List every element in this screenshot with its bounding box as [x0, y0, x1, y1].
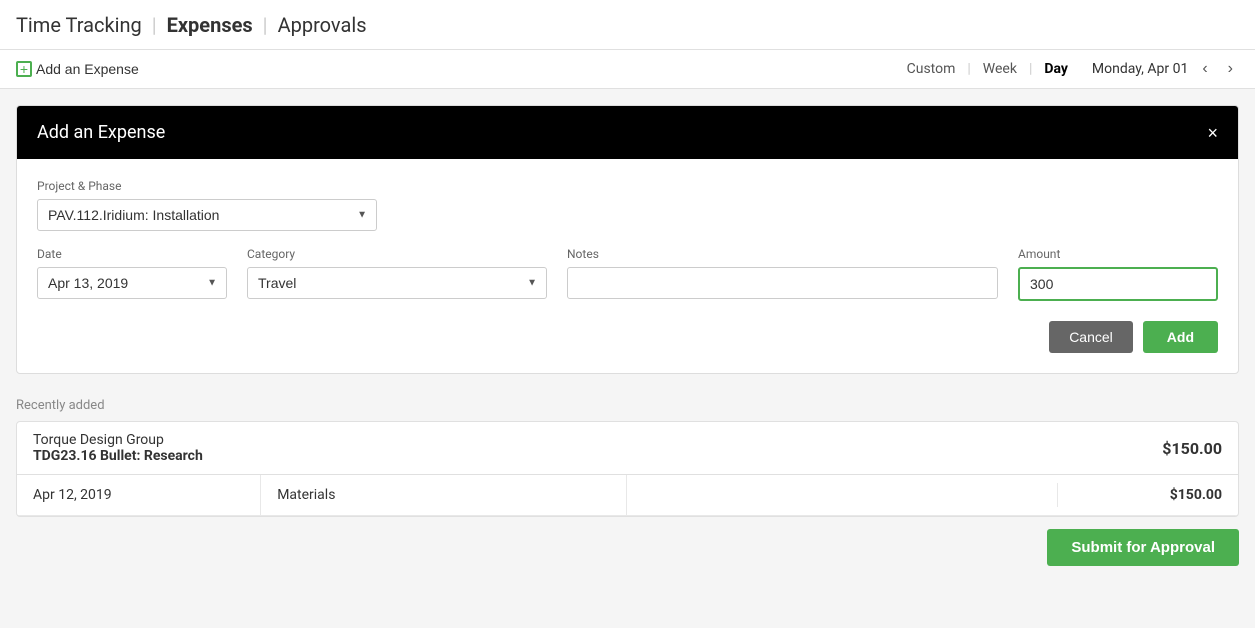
amount-field-group: Amount: [1018, 247, 1218, 301]
view-day[interactable]: Day: [1044, 61, 1068, 77]
top-nav: Time Tracking | Expenses | Approvals: [0, 0, 1255, 50]
expense-group: Torque Design Group TDG23.16 Bullet: Res…: [16, 421, 1239, 517]
next-date-button[interactable]: ›: [1222, 58, 1239, 80]
toolbar: + Add an Expense Custom | Week | Day Mon…: [0, 50, 1255, 89]
project-phase-label: Project & Phase: [37, 179, 377, 193]
submit-row: Submit for Approval: [16, 529, 1239, 566]
client-project-info: Torque Design Group TDG23.16 Bullet: Res…: [33, 432, 203, 464]
recently-added-section: Recently added Torque Design Group TDG23…: [16, 398, 1239, 566]
current-date-label: Monday, Apr 01: [1092, 61, 1188, 77]
row-notes: [627, 483, 1058, 507]
category-select-wrapper: Travel ▼: [247, 267, 547, 299]
prev-date-button[interactable]: ‹: [1196, 58, 1213, 80]
dialog-actions: Cancel Add: [37, 321, 1218, 353]
category-select[interactable]: Travel: [247, 267, 547, 299]
nav-expenses[interactable]: Expenses: [167, 13, 253, 37]
category-field-group: Category Travel ▼: [247, 247, 547, 299]
dialog-body: Project & Phase PAV.112.Iridium: Install…: [17, 159, 1238, 373]
project-phase-select[interactable]: PAV.112.Iridium: Installation: [37, 199, 377, 231]
view-custom[interactable]: Custom: [907, 61, 956, 77]
nav-sep-2: |: [263, 13, 268, 37]
expense-dialog: Add an Expense × Project & Phase PAV.112…: [16, 105, 1239, 374]
nav-sep-1: |: [152, 13, 157, 37]
dialog-header: Add an Expense ×: [17, 106, 1238, 159]
amount-input[interactable]: [1018, 267, 1218, 301]
expense-group-header: Torque Design Group TDG23.16 Bullet: Res…: [17, 422, 1238, 475]
dialog-title: Add an Expense: [37, 122, 165, 143]
expense-form-row: Date Apr 13, 2019 ▼ Category Travel: [37, 247, 1218, 301]
plus-icon: +: [16, 61, 32, 77]
toolbar-left: + Add an Expense: [16, 61, 139, 77]
row-category: Materials: [261, 475, 627, 515]
add-expense-label: Add an Expense: [36, 61, 139, 77]
project-select-wrapper: PAV.112.Iridium: Installation ▼: [37, 199, 377, 231]
group-amount: $150.00: [1162, 439, 1222, 458]
main-content: Add an Expense × Project & Phase PAV.112…: [0, 89, 1255, 582]
row-date: Apr 12, 2019: [17, 475, 261, 515]
category-label: Category: [247, 247, 547, 261]
amount-label: Amount: [1018, 247, 1218, 261]
nav-title: Time Tracking: [16, 13, 142, 37]
date-field-group: Date Apr 13, 2019 ▼: [37, 247, 227, 299]
dialog-close-button[interactable]: ×: [1207, 124, 1218, 142]
project-name: TDG23.16 Bullet: Research: [33, 448, 203, 464]
date-navigation: ‹ ›: [1196, 58, 1239, 80]
client-name: Torque Design Group: [33, 432, 203, 448]
date-label: Date: [37, 247, 227, 261]
date-select-wrapper: Apr 13, 2019 ▼: [37, 267, 227, 299]
add-button[interactable]: Add: [1143, 321, 1218, 353]
view-week[interactable]: Week: [983, 61, 1017, 77]
date-select[interactable]: Apr 13, 2019: [37, 267, 227, 299]
nav-approvals[interactable]: Approvals: [278, 13, 367, 37]
table-row: Apr 12, 2019 Materials $150.00: [17, 475, 1238, 516]
submit-approval-button[interactable]: Submit for Approval: [1047, 529, 1239, 566]
add-expense-button[interactable]: + Add an Expense: [16, 61, 139, 77]
row-amount: $150.00: [1058, 475, 1238, 515]
notes-field-group: Notes: [567, 247, 998, 299]
recently-added-label: Recently added: [16, 398, 1239, 413]
cancel-button[interactable]: Cancel: [1049, 321, 1133, 353]
project-phase-field: Project & Phase PAV.112.Iridium: Install…: [37, 179, 377, 231]
toolbar-right: Custom | Week | Day Monday, Apr 01 ‹ ›: [907, 58, 1239, 80]
notes-label: Notes: [567, 247, 998, 261]
notes-input[interactable]: [567, 267, 998, 299]
